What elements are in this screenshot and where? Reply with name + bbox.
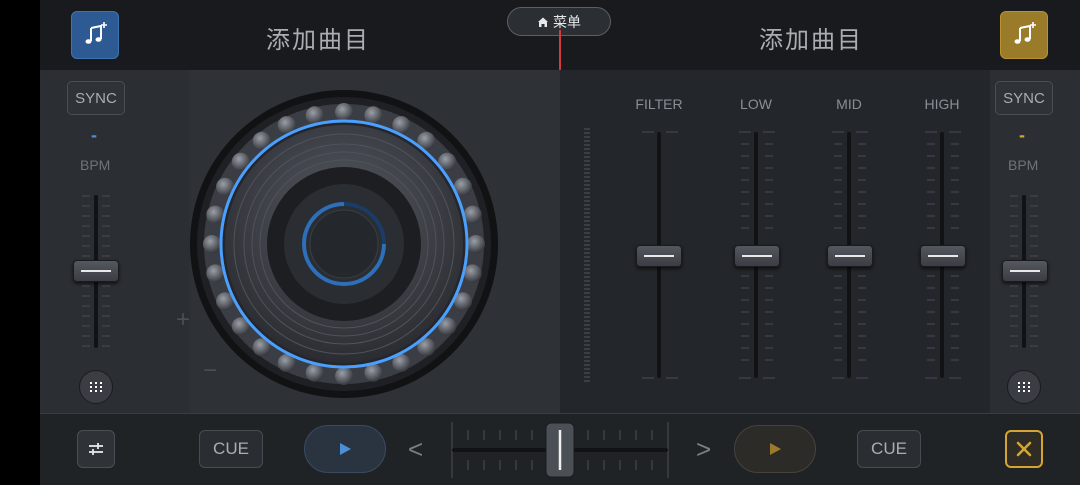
eq-high-label: HIGH xyxy=(924,96,960,112)
play-icon xyxy=(340,443,351,455)
jog-wheel-grip xyxy=(206,205,225,224)
crossfader-right-arrow[interactable]: > xyxy=(696,436,711,462)
left-bpm-label: BPM xyxy=(80,157,111,173)
close-button[interactable] xyxy=(1005,430,1043,468)
right-bpm-label: BPM xyxy=(1008,157,1039,173)
play-icon xyxy=(770,443,781,455)
right-play-button[interactable] xyxy=(734,425,816,473)
level-meter xyxy=(584,128,590,382)
jog-wheel-grip xyxy=(203,235,221,253)
left-pitch-slider-knob[interactable] xyxy=(73,260,119,282)
top-bar: 添加曲目 菜单 添加曲目 xyxy=(40,0,1080,70)
crossfader-left-arrow[interactable]: < xyxy=(408,436,423,462)
left-bpm-value: - xyxy=(91,125,97,145)
jog-wheel-grip xyxy=(364,106,383,125)
jog-wheel-grip xyxy=(305,106,324,125)
left-add-track-label[interactable]: 添加曲目 xyxy=(266,20,370,55)
left-cue-button[interactable]: CUE xyxy=(199,430,263,468)
right-pitch-slider-knob[interactable] xyxy=(1002,260,1048,282)
jog-wheel-grip xyxy=(206,264,225,283)
left-play-button[interactable] xyxy=(304,425,386,473)
eq-filter-label: FILTER xyxy=(635,96,683,112)
right-add-track-button[interactable] xyxy=(1000,11,1048,59)
jog-wheel-grip xyxy=(305,363,324,382)
right-cue-button[interactable]: CUE xyxy=(857,430,921,468)
mid-slider-knob[interactable] xyxy=(827,245,873,267)
settings-button[interactable] xyxy=(77,430,115,468)
left-eq-button[interactable] xyxy=(79,370,113,404)
equalizer-dots-icon xyxy=(1018,382,1030,392)
crossfader[interactable] xyxy=(448,418,672,482)
music-note-plus-icon xyxy=(1014,22,1036,44)
right-eq-button[interactable] xyxy=(1007,370,1041,404)
jog-wheel-grip xyxy=(463,205,482,224)
right-sync-button[interactable]: SYNC xyxy=(995,81,1053,115)
eq-mid-label: MID xyxy=(836,96,862,112)
filter-slider-knob[interactable] xyxy=(636,245,682,267)
eq-low-label: LOW xyxy=(740,96,772,112)
menu-label: 菜单 xyxy=(553,13,581,30)
close-icon xyxy=(1016,441,1032,457)
high-slider-knob[interactable] xyxy=(920,245,966,267)
equalizer-dots-icon xyxy=(90,382,102,392)
music-note-plus-icon xyxy=(85,22,107,44)
left-sync-button[interactable]: SYNC xyxy=(67,81,125,115)
dj-app: 添加曲目 菜单 添加曲目 SYNC - BPM + − FILTER LOW M… xyxy=(40,0,1080,485)
home-icon xyxy=(538,17,548,27)
center-divider xyxy=(559,30,561,70)
jog-wheel-grip xyxy=(463,264,482,283)
right-add-track-label[interactable]: 添加曲目 xyxy=(759,20,863,55)
sliders-icon xyxy=(89,443,103,455)
jog-wheel-grip xyxy=(335,367,353,385)
left-deck-panel xyxy=(40,70,190,413)
left-jog-wheel[interactable] xyxy=(188,88,500,400)
low-slider-knob[interactable] xyxy=(734,245,780,267)
jog-wheel-grip xyxy=(364,363,383,382)
jog-wheel-grip xyxy=(335,103,353,121)
jog-wheel-grip xyxy=(467,235,485,253)
right-bpm-value: - xyxy=(1019,125,1025,145)
left-add-track-button[interactable] xyxy=(71,11,119,59)
